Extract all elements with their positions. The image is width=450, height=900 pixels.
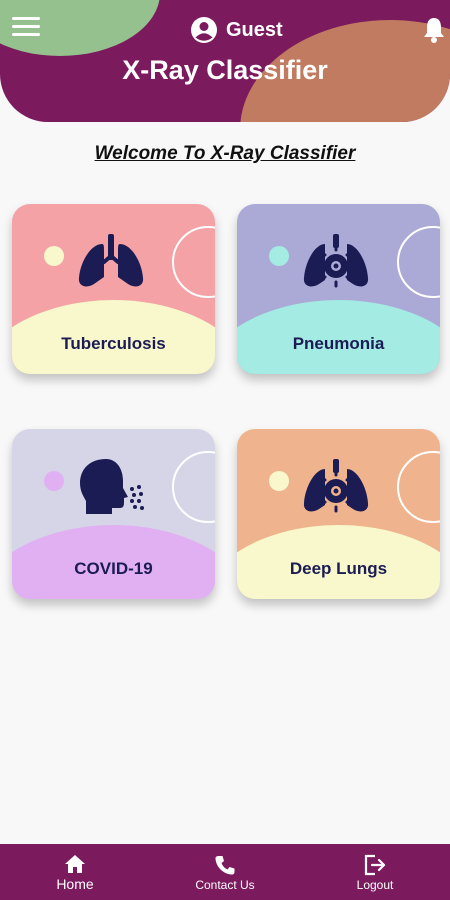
card-label: COVID-19 [74, 559, 153, 578]
coughing-head-icon [80, 459, 144, 514]
lungs-icon [78, 234, 144, 287]
user-profile[interactable]: Guest [190, 16, 283, 44]
user-name: Guest [226, 18, 283, 41]
account-circle-icon [191, 17, 217, 43]
card-tuberculosis[interactable]: Tuberculosis [12, 204, 215, 374]
card-dot [44, 246, 64, 266]
bottom-nav: Home Contact Us Logout [0, 844, 450, 900]
welcome-text: Welcome To X-Ray Classifier [94, 143, 356, 164]
phone-icon [215, 856, 235, 875]
card-dot [269, 246, 289, 266]
nav-logout-label: Logout [356, 878, 394, 892]
card-pneumonia[interactable]: Pneumonia [237, 204, 440, 374]
card-ring [172, 451, 215, 523]
nav-contact-label: Contact Us [195, 878, 255, 892]
card-label: Pneumonia [292, 334, 385, 353]
logout-icon [364, 854, 386, 876]
card-deep-lungs[interactable]: Deep Lungs [237, 429, 440, 599]
home-icon [65, 855, 85, 873]
card-label: Tuberculosis [61, 334, 166, 353]
card-ring [397, 451, 440, 523]
menu-icon[interactable] [12, 17, 40, 41]
card-label: Deep Lungs [289, 559, 388, 578]
bell-icon[interactable] [422, 16, 446, 44]
nav-home-label: Home [56, 876, 94, 892]
nav-home[interactable]: Home [25, 854, 125, 892]
app-header: Guest X-Ray Classifier [0, 0, 450, 122]
nav-contact-us[interactable]: Contact Us [175, 854, 275, 892]
virus-lungs-icon [303, 234, 369, 288]
card-dot [269, 471, 289, 491]
card-ring [172, 226, 215, 298]
card-covid-19[interactable]: COVID-19 [12, 429, 215, 599]
nav-logout[interactable]: Logout [325, 854, 425, 892]
virus-lungs-icon [303, 459, 369, 513]
page-title: X-Ray Classifier [122, 55, 328, 85]
card-ring [397, 226, 440, 298]
card-dot [44, 471, 64, 491]
